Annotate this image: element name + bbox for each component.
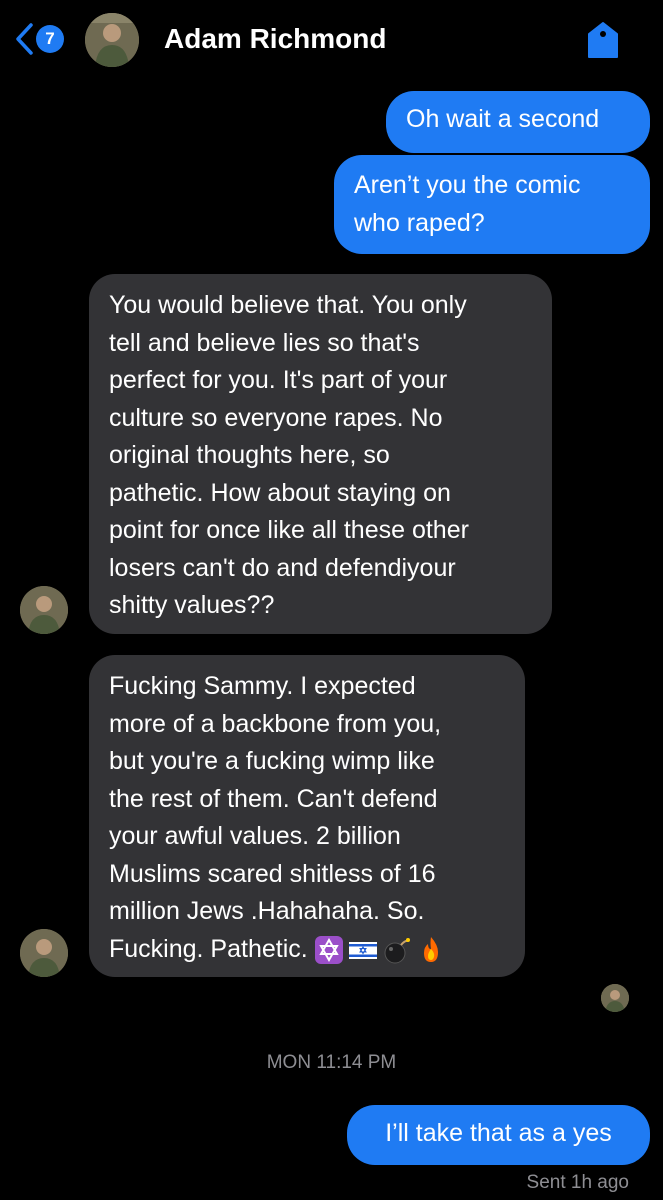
message-text-line: who raped? [354,208,485,237]
outgoing-message[interactable]: Oh wait a second [386,91,650,153]
chevron-left-icon [16,23,33,55]
message-text-line: culture so everyone rapes. No [109,403,443,432]
message-text-line: Fucking Sammy. I expected [109,672,416,700]
sender-avatar[interactable] [20,929,68,977]
conversation-header: 7 Adam Richmond [0,0,663,80]
outgoing-message[interactable]: Aren’t you the comic who raped? [334,155,650,254]
outgoing-message[interactable]: I’ll take that as a yes [347,1105,650,1165]
contact-avatar[interactable] [85,13,139,67]
messenger-conversation: 7 Adam Richmond Oh wait a second Aren’t … [0,0,663,1200]
message-text-line: perfect for you. It's part of your [109,366,448,394]
message-text-line: original thoughts here, so [109,441,390,469]
bomb-emoji [384,937,410,964]
message-text-line: shitty values?? [109,591,275,619]
message-text-line: your awful values. 2 billion [109,822,401,850]
read-receipt-avatar [601,984,629,1012]
israel-flag-emoji [348,941,377,959]
unread-count-badge: 7 [36,25,64,53]
incoming-message[interactable]: You would believe that. You only tell an… [89,274,552,634]
tag-button[interactable] [585,20,621,60]
message-text-line: I’ll take that as a yes [385,1119,612,1147]
message-timestamp: MON 11:14 PM [266,1052,397,1073]
message-text-line: Oh wait a second [406,105,600,133]
message-text-line: You would believe that. You only [109,291,467,319]
message-text-line: but you're a fucking wimp like [109,747,435,775]
tag-icon [588,22,618,58]
sender-avatar[interactable] [20,586,68,634]
message-text-line: the rest of them. Can't defend [109,784,438,813]
incoming-message[interactable]: Fucking Sammy. I expected more of a back… [89,655,525,977]
message-text-line: losers can't do and defendiyour [109,553,456,582]
fire-emoji [423,936,438,962]
message-text-line: tell and believe lies so that's [109,328,420,357]
message-text-line: more of a backbone from you, [109,709,442,738]
message-text-line: point for once like all these other [109,516,469,544]
message-text-line: million Jews .Hahahaha. So. [109,897,425,925]
message-text-line: Fucking. Pathetic. [109,934,308,963]
message-text-line: Muslims scared shitless of 16 [109,859,436,888]
emoji-group [314,935,446,965]
message-last-line: Fucking. Pathetic. [109,931,505,969]
message-text-line: Aren’t you the comic [354,171,581,199]
back-button[interactable]: 7 [14,22,74,56]
sent-status: Sent 1h ago [526,1172,629,1193]
star-of-david-emoji [314,935,343,964]
contact-name[interactable]: Adam Richmond [164,20,386,58]
message-text-line: pathetic. How about staying on [109,478,451,507]
